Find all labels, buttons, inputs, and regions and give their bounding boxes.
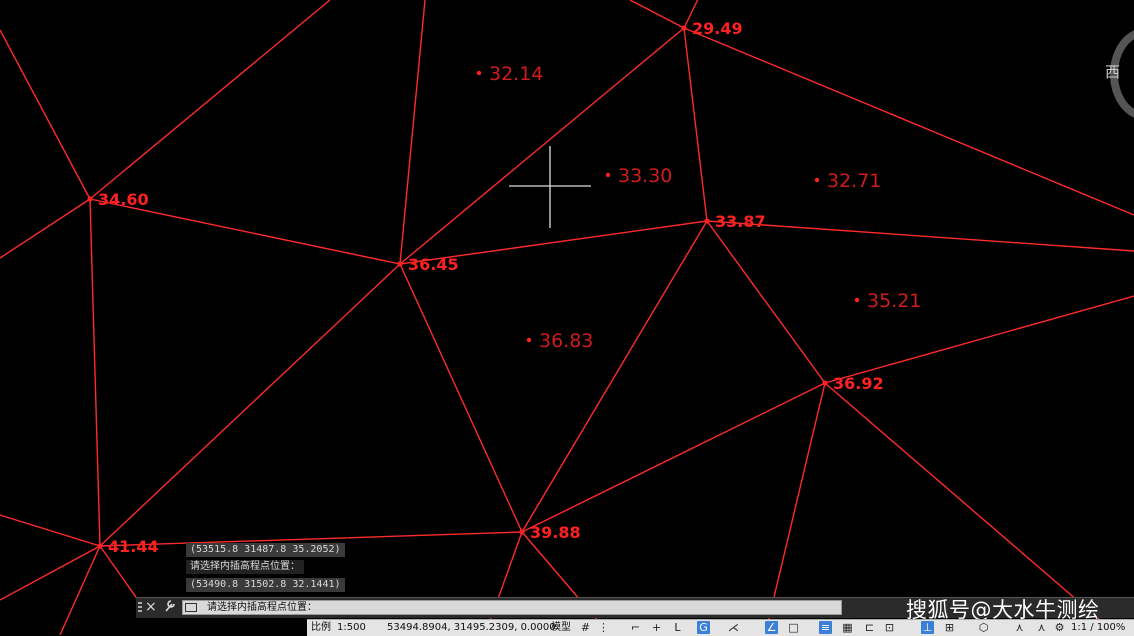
- elevation-label: 36.92: [833, 374, 884, 393]
- snap-icon[interactable]: ⋮: [597, 621, 610, 634]
- elevation-label: 34.60: [98, 190, 149, 209]
- elevation-point-marker: [87, 196, 93, 202]
- otrack-icon[interactable]: □: [787, 621, 800, 634]
- grip-handle-icon[interactable]: [138, 602, 142, 614]
- elevation-point-marker: [526, 337, 532, 343]
- annotation-visibility-icon[interactable]: ⋏: [1013, 621, 1026, 634]
- elevation-point-marker: [854, 297, 860, 303]
- 3d-osnap-icon[interactable]: ⊡: [883, 621, 896, 634]
- tin-edge: [629, 0, 685, 29]
- tin-edge: [683, 27, 708, 222]
- elevation-label: 36.83: [539, 330, 593, 352]
- elevation-label: 35.21: [867, 290, 921, 312]
- elevation-point-marker: [397, 261, 403, 267]
- lineweight-icon[interactable]: ≡: [819, 621, 832, 634]
- object-snap-icon[interactable]: ∠: [765, 621, 778, 634]
- elevation-label: 36.45: [408, 255, 459, 274]
- tin-edge: [89, 198, 101, 547]
- tin-edge: [521, 382, 826, 533]
- tin-edge: [399, 263, 523, 533]
- tin-edge: [89, 0, 331, 200]
- annotation-scale-zoom[interactable]: 1:1 / 100%: [1071, 622, 1125, 634]
- ortho-icon[interactable]: ⌐: [629, 621, 642, 634]
- tin-edge: [99, 263, 401, 547]
- elevation-label: 33.30: [618, 165, 672, 187]
- command-history-line: (53490.8 31502.8 32.1441): [186, 578, 345, 592]
- tin-edge: [706, 220, 826, 384]
- status-bar: 比例 1:500 53494.8904, 31495.2309, 0.0000 …: [307, 619, 1134, 636]
- elevation-label: 33.87: [715, 212, 766, 231]
- scale-value[interactable]: 1:500: [337, 622, 366, 634]
- elevation-label: 32.14: [489, 63, 543, 85]
- transparency-icon[interactable]: ▦: [841, 621, 854, 634]
- tin-edge: [706, 220, 1134, 252]
- tin-edge: [521, 220, 708, 533]
- cursor-coordinates: 53494.8904, 31495.2309, 0.0000: [387, 622, 556, 633]
- command-history-line: (53515.8 31487.8 35.2052): [186, 543, 345, 557]
- tin-edge: [0, 198, 91, 259]
- elevation-point-marker: [97, 543, 103, 549]
- tin-edge: [399, 0, 426, 265]
- elevation-label: 41.44: [108, 537, 159, 556]
- elevation-point-marker: [681, 25, 687, 31]
- tin-edge: [0, 29, 91, 200]
- elevation-point-marker: [814, 177, 820, 183]
- dynamic-ucs-icon[interactable]: L: [671, 621, 684, 634]
- grid-icon[interactable]: #: [579, 621, 592, 634]
- workspace-icon[interactable]: ⊞: [943, 621, 956, 634]
- scale-label: 比例: [311, 622, 331, 633]
- elevation-label: 39.88: [530, 523, 581, 542]
- elevation-point-marker: [605, 172, 611, 178]
- infer-icon[interactable]: +: [650, 621, 663, 634]
- tin-edge: [824, 382, 1101, 621]
- elevation-point-marker: [822, 380, 828, 386]
- crosshair-cursor: [509, 146, 591, 228]
- selection-cycling-icon[interactable]: ⊏: [863, 621, 876, 634]
- tin-edge: [0, 514, 101, 547]
- isolate-objects-icon[interactable]: ⬡: [977, 621, 990, 634]
- annotation-scale-icon[interactable]: ⊥: [921, 621, 934, 634]
- auto-scale-icon[interactable]: ⋏: [1035, 621, 1048, 634]
- settings-icon[interactable]: ⚙: [1053, 621, 1066, 634]
- elevation-label: 32.71: [827, 170, 881, 192]
- tin-edge: [683, 27, 1134, 216]
- elevation-label: 29.49: [692, 19, 743, 38]
- compass-west-label: 西: [1105, 63, 1121, 81]
- command-prompt-icon: [185, 603, 197, 612]
- tin-edge: [0, 545, 101, 601]
- model-space-button[interactable]: 模型: [551, 622, 571, 634]
- command-input[interactable]: 请选择内插高程点位置：: [182, 600, 842, 615]
- polar-tracking-icon[interactable]: G: [697, 621, 710, 634]
- command-history-line: 请选择内插高程点位置：: [186, 560, 304, 574]
- elevation-point-marker: [519, 529, 525, 535]
- isodraft-icon[interactable]: ⋌: [727, 621, 740, 634]
- customize-wrench-icon[interactable]: [164, 599, 176, 617]
- elevation-point-marker: [476, 70, 482, 76]
- close-icon[interactable]: ×: [145, 599, 157, 615]
- tin-edge: [59, 545, 101, 635]
- elevation-point-marker: [704, 218, 710, 224]
- command-prompt-text: 请选择内插高程点位置：: [207, 602, 317, 613]
- drawing-canvas[interactable]: 29.49 34.60 36.45 33.87 36.92 39.88 41.44 32.14…: [0, 0, 1134, 635]
- elevation-labels: 29.49 34.60 36.45 33.87 36.92 39.88 41.44 32.14…: [87, 19, 921, 556]
